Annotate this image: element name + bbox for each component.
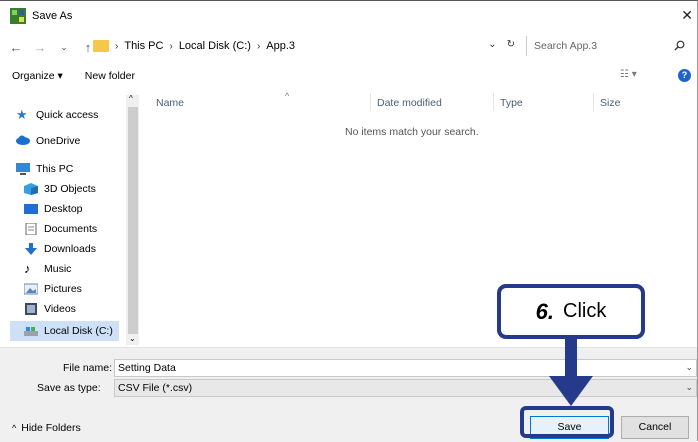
column-header-size[interactable]: Size (600, 97, 620, 109)
chevron-up-icon: ^ (12, 423, 17, 433)
sidebar-item-label: Local Disk (C:) (44, 325, 113, 337)
download-icon (24, 243, 38, 255)
breadcrumb-local-disk[interactable]: Local Disk (C:) (179, 40, 251, 52)
sidebar-item-this-pc[interactable]: This PC (16, 163, 73, 175)
breadcrumb-app3[interactable]: App.3 (266, 40, 295, 52)
app-icon (10, 8, 26, 24)
drive-icon (24, 325, 38, 337)
breadcrumb-separator-icon: › (169, 40, 173, 52)
sidebar-item-quick-access[interactable]: ★ Quick access (16, 107, 99, 122)
folder-icon (93, 40, 109, 52)
new-folder-button[interactable]: New folder (85, 70, 135, 82)
sidebar-item-desktop[interactable]: Desktop (24, 203, 83, 215)
sidebar-item-label: Pictures (44, 283, 82, 295)
file-name-input[interactable]: Setting Data (118, 362, 176, 374)
sidebar-item-music[interactable]: ♪ Music (24, 261, 72, 276)
search-icon[interactable] (674, 40, 685, 54)
command-bar: Organize ▾ New folder (0, 61, 697, 91)
address-bar[interactable]: › This PC › Local Disk (C:) › App.3 ⌄ ↻ (93, 36, 521, 56)
save-type-label: Save as type: (37, 382, 101, 394)
sort-indicator-icon: ^ (285, 91, 290, 101)
column-header-type[interactable]: Type (500, 97, 523, 109)
forward-icon[interactable]: → (32, 40, 48, 55)
file-name-field[interactable]: Setting Data ⌄ (114, 359, 697, 377)
step-number: 6. (535, 298, 554, 324)
save-as-dialog: Save As ✕ ← → ⌄ ↑ › This PC › Local Disk… (0, 0, 698, 442)
recent-dropdown-icon[interactable]: ⌄ (56, 42, 72, 53)
sidebar-item-label: 3D Objects (44, 183, 96, 195)
cancel-button[interactable]: Cancel (621, 416, 689, 439)
hide-folders-button[interactable]: ^ Hide Folders (12, 422, 81, 434)
save-type-value: CSV File (*.csv) (118, 382, 193, 394)
sidebar-item-label: Videos (44, 303, 76, 315)
file-name-label: File name: (63, 362, 113, 374)
sidebar-item-label: OneDrive (36, 135, 81, 147)
column-divider[interactable] (370, 93, 371, 111)
sidebar-item-downloads[interactable]: Downloads (24, 243, 96, 255)
breadcrumb-this-pc[interactable]: This PC (124, 40, 163, 52)
hide-folders-label: Hide Folders (21, 422, 81, 434)
video-icon (24, 303, 38, 315)
breadcrumb-separator-icon: › (256, 40, 261, 52)
callout-arrow-head-icon (549, 376, 593, 406)
music-icon: ♪ (24, 261, 31, 276)
cloud-icon (16, 135, 30, 147)
sidebar-item-3d-objects[interactable]: 3D Objects (24, 183, 96, 195)
document-icon (24, 222, 38, 236)
sidebar-item-label: Documents (44, 223, 98, 235)
chevron-down-icon[interactable]: ⌄ (685, 362, 693, 373)
sidebar-item-label: Quick access (36, 109, 99, 121)
cube-icon (24, 183, 38, 195)
scroll-down-icon[interactable]: ⌄ (129, 334, 136, 343)
chevron-down-icon[interactable]: ⌄ (685, 382, 693, 393)
desktop-icon (24, 203, 38, 215)
title-bar: Save As ✕ (0, 1, 697, 31)
sidebar-item-label: Music (44, 263, 72, 275)
refresh-icon[interactable]: ↻ (507, 39, 515, 50)
search-input[interactable]: Search App.3 (534, 40, 597, 52)
breadcrumb-separator-icon: › (115, 40, 119, 52)
sidebar-item-local-disk[interactable]: Local Disk (C:) (24, 325, 113, 337)
column-header-name[interactable]: Name (156, 97, 184, 109)
view-options-icon[interactable]: ☷ ▾ (620, 69, 637, 80)
window-title: Save As (32, 10, 73, 22)
close-icon[interactable]: ✕ (681, 7, 693, 24)
sidebar-item-videos[interactable]: Videos (24, 303, 76, 315)
step-instruction: Click (563, 300, 607, 322)
sidebar-item-label: This PC (36, 163, 74, 175)
back-icon[interactable]: ← (8, 40, 24, 55)
organize-button[interactable]: Organize ▾ (12, 70, 63, 82)
address-dropdown-icon[interactable]: ⌄ (488, 39, 496, 50)
column-divider[interactable] (593, 93, 594, 111)
save-type-select[interactable]: CSV File (*.csv) ⌄ (114, 379, 697, 397)
column-divider[interactable] (493, 93, 494, 111)
step-callout: 6. Click (497, 284, 645, 339)
help-icon[interactable]: ? (678, 69, 691, 82)
sidebar-item-pictures[interactable]: Pictures (23, 283, 82, 295)
sidebar-scroll-thumb[interactable] (128, 107, 138, 334)
save-button-highlight (520, 406, 614, 438)
empty-folder-message: No items match your search. (345, 126, 479, 138)
scroll-up-icon[interactable]: ^ (129, 94, 133, 103)
star-icon: ★ (16, 107, 28, 122)
computer-icon (16, 163, 30, 175)
picture-icon (23, 283, 39, 295)
sidebar-item-label: Downloads (44, 243, 96, 255)
sidebar-item-documents[interactable]: Documents (24, 222, 98, 236)
column-header-date-modified[interactable]: Date modified (377, 97, 442, 109)
search-box[interactable]: Search App.3 (526, 36, 691, 56)
sidebar-item-label: Desktop (44, 203, 83, 215)
callout-arrow-stem (565, 339, 577, 379)
sidebar-item-onedrive[interactable]: OneDrive (16, 135, 80, 147)
